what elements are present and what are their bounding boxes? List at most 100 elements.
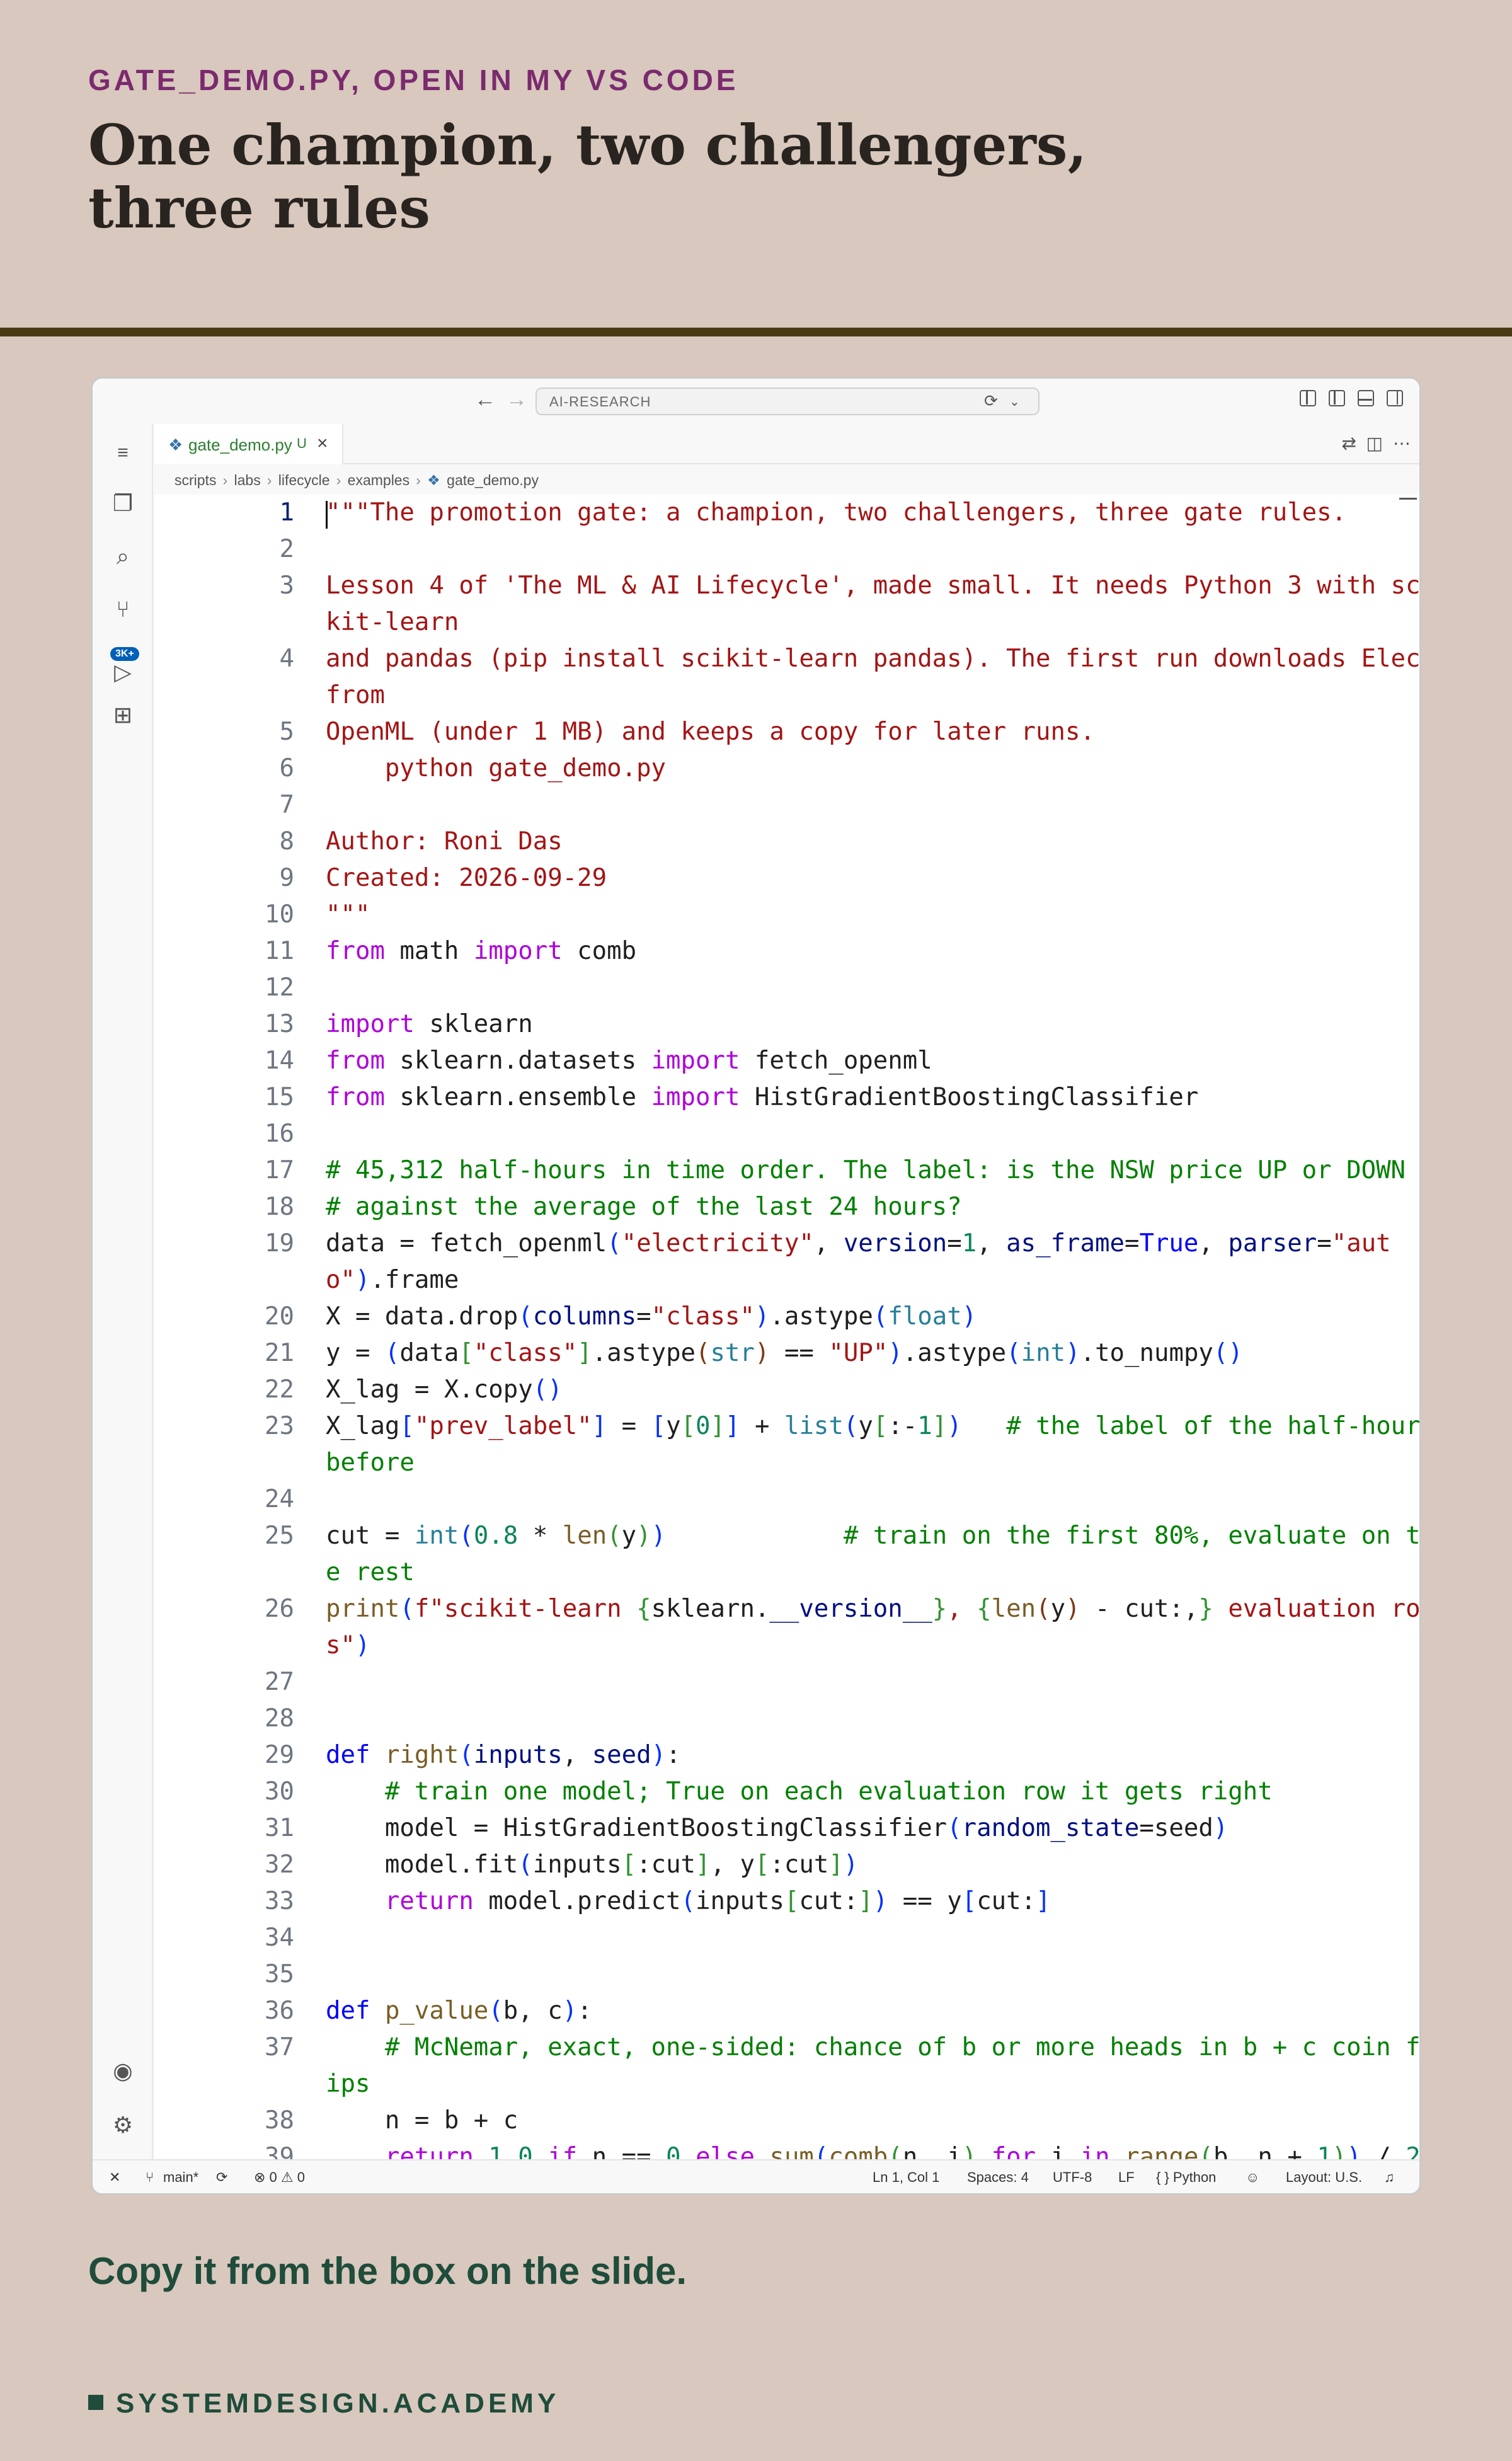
line-ending[interactable]: LF	[1118, 2169, 1135, 2186]
code-text: data = fetch_openml("electricity", versi…	[326, 1229, 1391, 1294]
code-line[interactable]: 36 def p_value(b, c):	[154, 1993, 1419, 2029]
indentation[interactable]: Spaces: 4	[967, 2169, 1029, 2186]
line-number: 20	[265, 1302, 294, 1331]
code-text: from math import comb	[326, 937, 637, 965]
code-line[interactable]: 38 n = b + c	[154, 2102, 1419, 2139]
activity-bar: ≡ ❐ ⌕ ⑂ 3K+ ▷ ⊞ ◉ ⚙	[93, 424, 153, 2159]
code-line[interactable]: 29 def right(inputs, seed):	[154, 1737, 1419, 1774]
branch-icon[interactable]: ⑂	[146, 2169, 154, 2186]
code-line[interactable]: 35	[154, 1956, 1419, 1993]
breadcrumb-item[interactable]: gate_demo.py	[447, 472, 539, 488]
code-line[interactable]: 37 # McNemar, exact, one-sided: chance o…	[154, 2029, 1419, 2102]
keyboard-layout[interactable]: Layout: U.S.	[1286, 2169, 1362, 2186]
code-line[interactable]: 19 data = fetch_openml("electricity", ver…	[154, 1225, 1419, 1299]
code-line[interactable]: 27	[154, 1664, 1419, 1701]
source-control-icon[interactable]: ⑂	[109, 595, 137, 623]
line-number: 33	[265, 1887, 294, 1915]
problems-count[interactable]: ⊗ 0 ⚠ 0	[254, 2169, 305, 2186]
code-line[interactable]: 8 Author: Roni Das	[154, 823, 1419, 860]
code-line[interactable]: 14 from sklearn.datasets import fetch_ope…	[154, 1043, 1419, 1079]
code-text: python gate_demo.py	[326, 754, 667, 783]
code-line[interactable]: 31 model = HistGradientBoostingClassifie…	[154, 1810, 1419, 1847]
code-line[interactable]: 34	[154, 1920, 1419, 1956]
breadcrumb-item[interactable]: examples	[348, 472, 410, 488]
line-number: 4	[279, 645, 294, 673]
breadcrumb-item[interactable]: labs	[234, 472, 261, 488]
code-text: y = (data["class"].astype(str) == "UP").…	[326, 1339, 1243, 1367]
code-line[interactable]: 15 from sklearn.ensemble import HistGradi…	[154, 1079, 1419, 1116]
code-text: """	[326, 900, 370, 929]
line-number: 31	[265, 1814, 294, 1842]
settings-gear-icon[interactable]: ⚙	[109, 2111, 137, 2139]
code-line[interactable]: 39 return 1.0 if n == 0 else sum(comb(n,…	[154, 2139, 1419, 2159]
notifications-bell-icon[interactable]: ♫	[1384, 2169, 1395, 2186]
cursor-position[interactable]: Ln 1, Col 1	[873, 2169, 939, 2186]
back-arrow-icon[interactable]: ←	[474, 387, 496, 412]
customize-layout-icon[interactable]	[1300, 390, 1316, 406]
code-line[interactable]: 32 model.fit(inputs[:cut], y[:cut])	[154, 1847, 1419, 1883]
brand-wordmark: SYSTEMDESIGN.ACADEMY	[88, 2388, 559, 2419]
code-text: """The promotion gate: a champion, two c…	[326, 498, 1347, 527]
line-number: 11	[265, 937, 294, 965]
code-line[interactable]: 30 # train one model; True on each evalu…	[154, 1774, 1419, 1810]
code-line[interactable]: 22 X_lag = X.copy()	[154, 1372, 1419, 1408]
run-debug-icon[interactable]: ▷	[109, 658, 137, 686]
tab-gate-demo[interactable]: ❖ gate_demo.py U ×	[154, 424, 343, 464]
more-actions-icon[interactable]: ⋯	[1393, 433, 1411, 454]
sync-icon[interactable]: ⟳	[216, 2169, 227, 2186]
code-line[interactable]: 21 y = (data["class"].astype(str) == "UP"…	[154, 1335, 1419, 1372]
code-line[interactable]: 4 and pandas (pip install scikit-learn pa…	[154, 641, 1419, 714]
code-line[interactable]: 7	[154, 787, 1419, 823]
command-center[interactable]: AI-RESEARCH ⟳ ⌄	[536, 387, 1040, 415]
copilot-icon[interactable]: ☺	[1246, 2169, 1259, 2186]
code-line[interactable]: 2	[154, 531, 1419, 568]
code-line[interactable]: 26 print(f"scikit-learn {sklearn.__versio…	[154, 1591, 1419, 1664]
remote-icon[interactable]: ✕	[109, 2169, 120, 2186]
code-line[interactable]: 6 python gate_demo.py	[154, 750, 1419, 787]
code-text: return 1.0 if n == 0 else sum(comb(n, i)…	[384, 2143, 1419, 2159]
language-mode[interactable]: { } Python	[1156, 2169, 1216, 2186]
code-line[interactable]: 17 # 45,312 half-hours in time order. The…	[154, 1152, 1419, 1189]
code-line[interactable]: 20 X = data.drop(columns="class").astype(…	[154, 1299, 1419, 1335]
close-icon[interactable]: ×	[317, 433, 328, 454]
extensions-icon[interactable]: ⊞	[109, 701, 137, 729]
code-line[interactable]: 33 return model.predict(inputs[cut:]) ==…	[154, 1883, 1419, 1920]
code-line[interactable]: 10 """	[154, 897, 1419, 933]
code-line[interactable]: 24	[154, 1481, 1419, 1518]
code-line[interactable]: 3 Lesson 4 of 'The ML & AI Lifecycle', ma…	[154, 568, 1419, 641]
code-line[interactable]: 11 from math import comb	[154, 933, 1419, 970]
forward-arrow-icon[interactable]: →	[506, 387, 527, 412]
code-line[interactable]: 9 Created: 2026-09-29	[154, 860, 1419, 897]
menu-icon[interactable]: ≡	[109, 439, 137, 467]
chevron-down-icon[interactable]: ⌄	[1009, 394, 1020, 410]
line-number: 32	[265, 1850, 294, 1879]
breadcrumb-item[interactable]: lifecycle	[278, 472, 330, 488]
compare-changes-icon[interactable]: ⇄	[1342, 433, 1356, 454]
toggle-sidebar-icon[interactable]	[1329, 390, 1345, 406]
line-number: 1	[279, 498, 294, 527]
account-icon[interactable]: ◉	[109, 2057, 137, 2085]
line-number: 3	[279, 571, 294, 600]
code-line[interactable]: 5 OpenML (under 1 MB) and keeps a copy fo…	[154, 714, 1419, 750]
python-file-icon: ❖	[427, 472, 440, 488]
encoding[interactable]: UTF-8	[1053, 2169, 1092, 2186]
explorer-icon[interactable]: ❐	[109, 490, 137, 517]
code-line[interactable]: 28	[154, 1701, 1419, 1737]
code-line[interactable]: 25 cut = int(0.8 * len(y)) # train on the…	[154, 1518, 1419, 1591]
code-line[interactable]: 16	[154, 1116, 1419, 1152]
toggle-secondary-sidebar-icon[interactable]	[1387, 390, 1403, 406]
copilot-icon[interactable]: ⟳	[984, 391, 998, 411]
code-line[interactable]: 1 """The promotion gate: a champion, two …	[154, 495, 1419, 531]
split-editor-icon[interactable]: ◫	[1366, 433, 1383, 454]
breadcrumb-item[interactable]: scripts	[175, 472, 216, 488]
code-text: def p_value(b, c):	[326, 1997, 592, 2025]
branch-name[interactable]: main*	[163, 2169, 198, 2186]
toggle-panel-icon[interactable]	[1358, 390, 1374, 406]
code-line[interactable]: 18 # against the average of the last 24 h…	[154, 1189, 1419, 1225]
code-line[interactable]: 13 import sklearn	[154, 1006, 1419, 1043]
code-text: print(f"scikit-learn {sklearn.__version_…	[326, 1595, 1419, 1660]
code-line[interactable]: 23 X_lag["prev_label"] = [y[0]] + list(y[…	[154, 1408, 1419, 1481]
code-line[interactable]: 12	[154, 970, 1419, 1006]
code-editor[interactable]: 1 """The promotion gate: a champion, two …	[154, 495, 1419, 2159]
search-icon[interactable]: ⌕	[109, 542, 137, 570]
